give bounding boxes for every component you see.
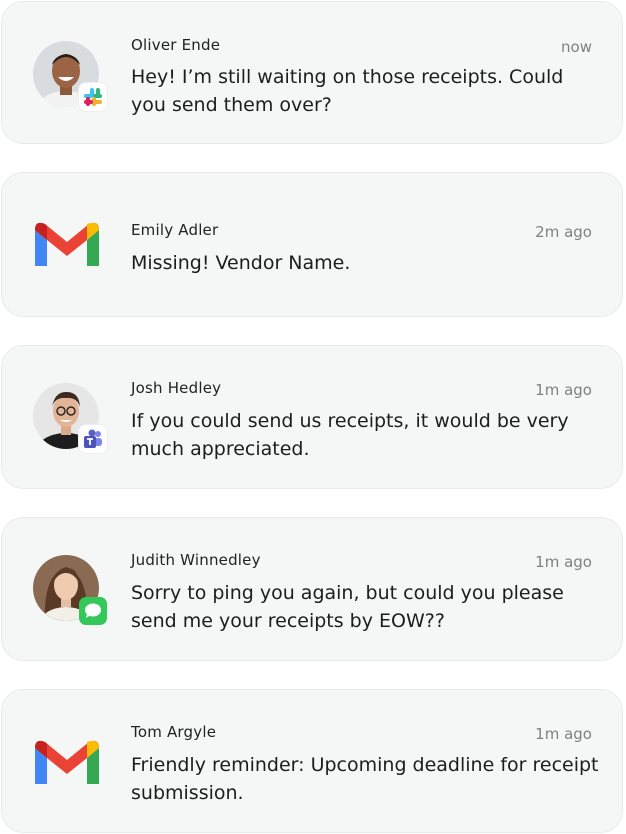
notification-card[interactable]: Judith Winnedley 1m ago Sorry to ping yo… [1,517,623,661]
sender-name: Emily Adler [131,221,219,239]
timestamp: now [561,38,592,56]
notification-list: Oliver Ende now Hey! I’m still waiting o… [0,0,626,834]
notification-card[interactable]: Josh Hedley 1m ago If you could send us … [1,345,623,489]
timestamp: 2m ago [535,223,592,241]
notification-card[interactable]: Emily Adler 2m ago Missing! Vendor Name. [1,172,623,317]
sender-name: Tom Argyle [131,723,217,741]
message-text: Sorry to ping you again, but could you p… [131,582,564,632]
messages-icon [79,597,107,625]
message-text: Missing! Vendor Name. [131,252,351,274]
message-text: Hey! I’m still waiting on those receipts… [131,66,564,116]
avatar [33,41,107,115]
message-text: If you could send us receipts, it would … [131,410,569,460]
timestamp: 1m ago [535,381,592,399]
gmail-icon [33,736,101,788]
teams-icon [79,425,107,453]
avatar [33,555,107,629]
slack-icon [79,83,107,111]
sender-name: Judith Winnedley [131,551,261,569]
timestamp: 1m ago [535,553,592,571]
message-text: Friendly reminder: Upcoming deadline for… [131,754,599,804]
notification-card[interactable]: Oliver Ende now Hey! I’m still waiting o… [1,1,623,144]
avatar [33,383,107,457]
sender-name: Oliver Ende [131,36,221,54]
gmail-icon [33,218,101,270]
sender-name: Josh Hedley [131,379,222,397]
notification-card[interactable]: Tom Argyle 1m ago Friendly reminder: Upc… [1,689,623,833]
timestamp: 1m ago [535,725,592,743]
